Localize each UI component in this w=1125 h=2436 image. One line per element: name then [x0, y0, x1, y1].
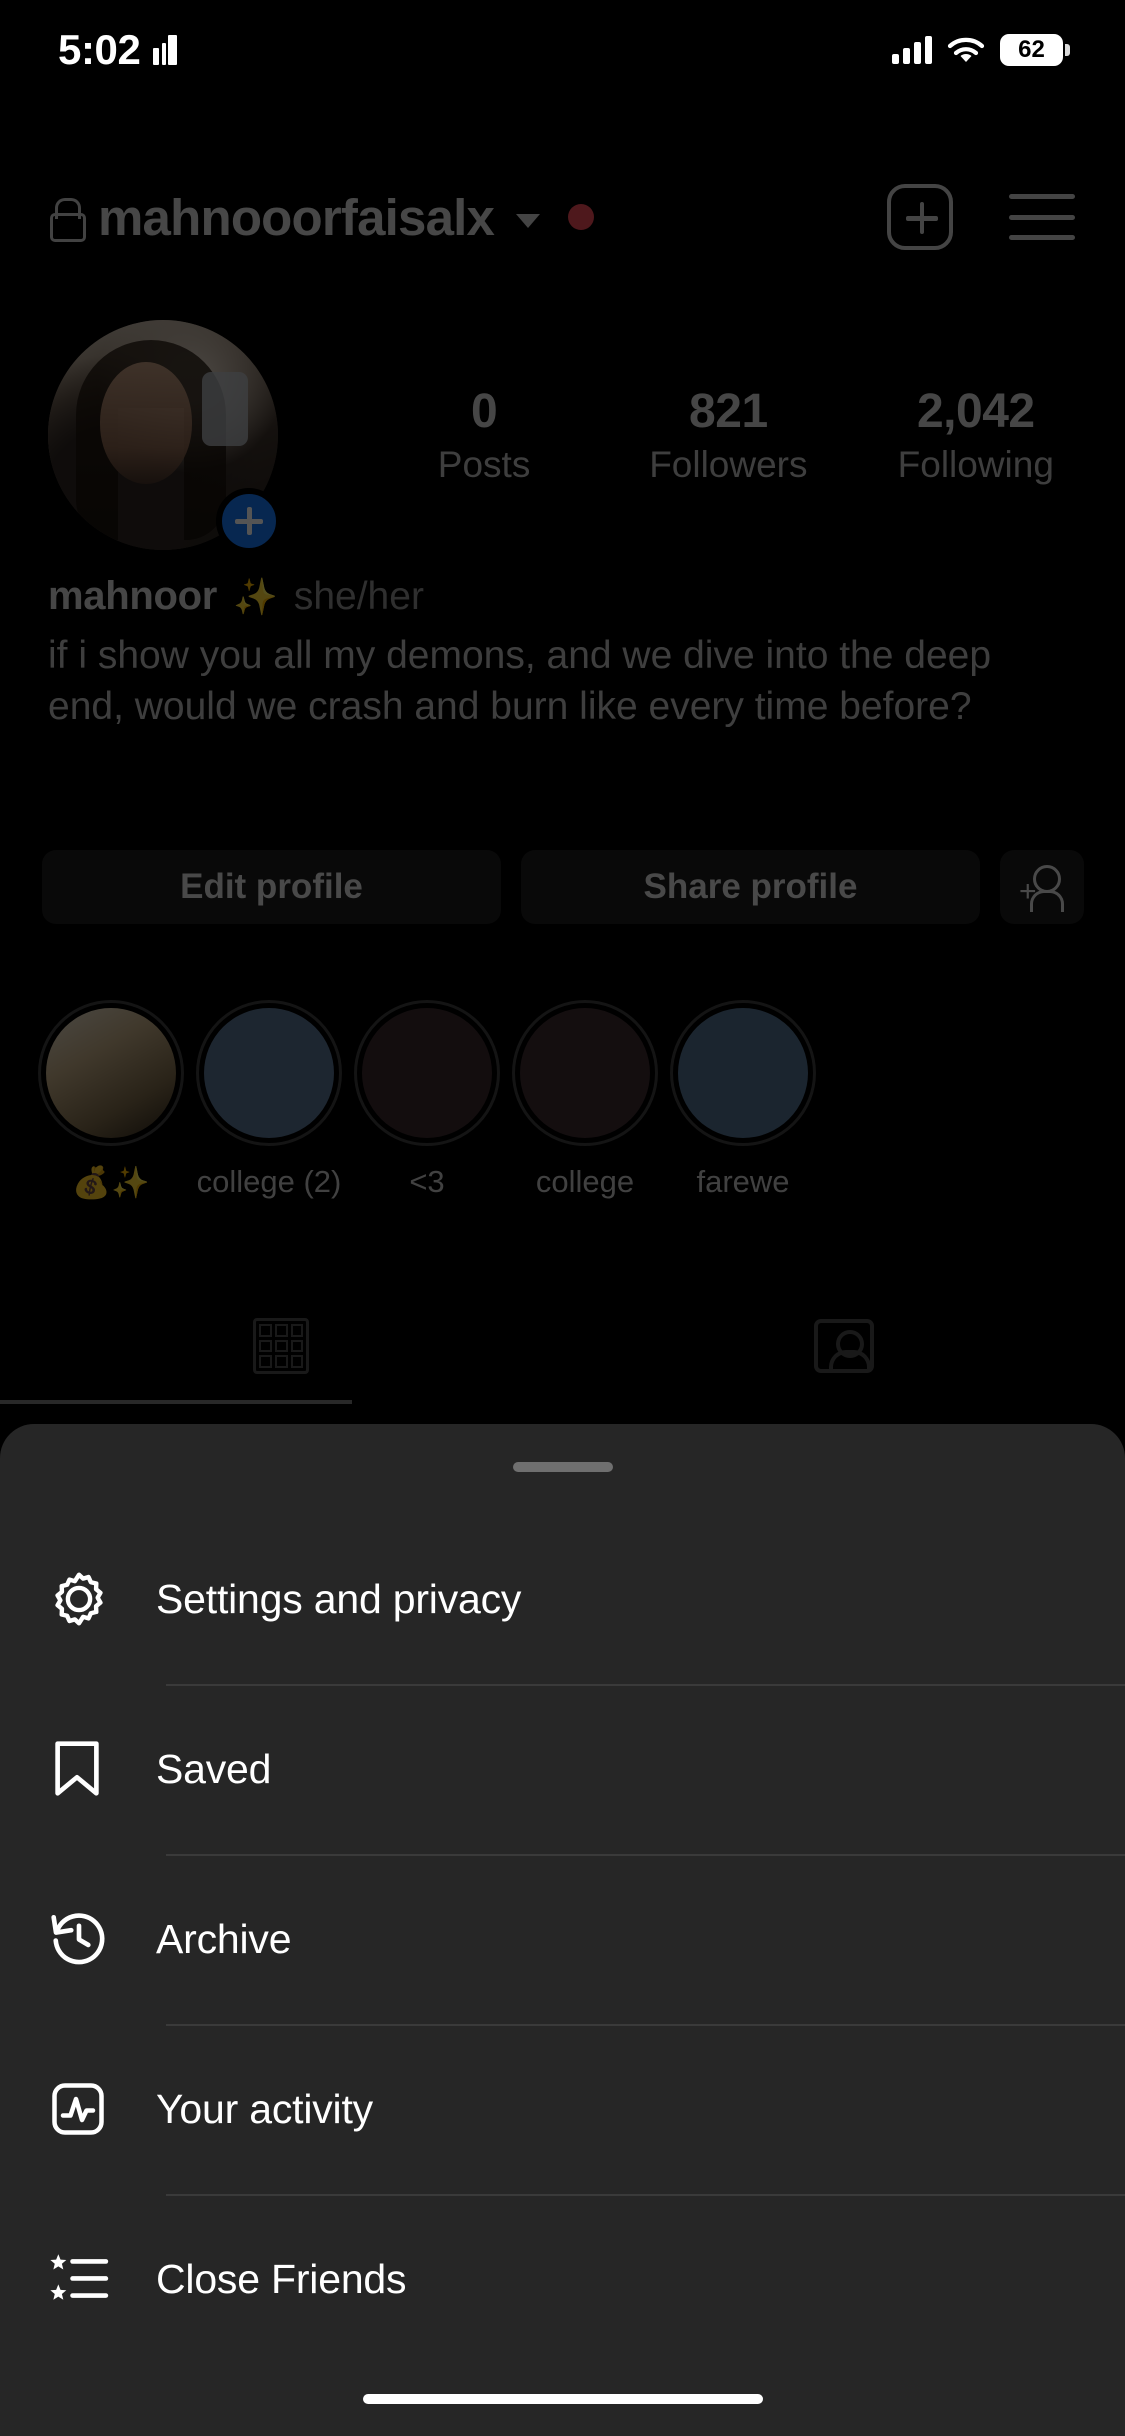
story-highlights: 💰✨ college (2) <3 college farewe [0, 1000, 1125, 1230]
home-indicator [362, 2394, 763, 2404]
menu-item-saved[interactable]: Saved [0, 1684, 1125, 1854]
menu-item-label: Your activity [156, 2085, 373, 2132]
add-person-button[interactable]: + [1000, 850, 1084, 924]
highlight-ring [196, 1000, 342, 1146]
status-bar-right: 62 [892, 34, 1070, 66]
lock-icon [50, 198, 86, 242]
highlight-cover [678, 1008, 808, 1138]
highlight-cover [362, 1008, 492, 1138]
profile-bio: if i show you all my demons, and we dive… [48, 634, 992, 729]
avatar[interactable] [48, 320, 282, 554]
hamburger-menu-icon[interactable] [1009, 194, 1075, 240]
stat-value: 2,042 [916, 384, 1035, 438]
highlight-cover [520, 1008, 650, 1138]
active-tab-underline [0, 1400, 352, 1404]
wifi-icon [947, 37, 985, 62]
highlight-item[interactable]: farewe [664, 1000, 822, 1230]
highlight-label: <3 [409, 1164, 445, 1199]
profile-action-buttons: Edit profile Share profile + [42, 850, 1084, 924]
avatar-and-stats-row: 0 Posts 821 Followers 2,042 Following [0, 320, 1125, 554]
add-person-icon: + [1019, 865, 1065, 912]
books-icon [153, 35, 178, 65]
bottom-sheet-menu: Settings and privacy Saved Archive Your … [0, 1424, 1125, 2436]
stat-label: Posts [437, 444, 531, 486]
menu-item-label: Archive [156, 1915, 292, 1962]
bookmark-icon [48, 1738, 126, 1800]
plus-box-icon[interactable] [887, 184, 953, 250]
menu-item-label: Settings and privacy [156, 1575, 522, 1622]
pronouns: she/her [293, 575, 424, 618]
highlight-ring [512, 1000, 658, 1146]
instagram-profile-screen: 5:02 62 mahnooorfaisalx 0 Posts 821 Foll… [0, 0, 1125, 2436]
header-actions [887, 184, 1075, 250]
highlight-label: college (2) [196, 1164, 342, 1199]
cellular-signal-icon [892, 36, 932, 64]
sparkles-icon: ✨ [233, 576, 278, 617]
drag-handle[interactable] [512, 1462, 613, 1472]
star-list-icon [48, 2250, 126, 2308]
stat-value: 0 [470, 384, 498, 438]
activity-chart-icon [48, 2079, 126, 2139]
chevron-down-icon[interactable] [516, 214, 541, 228]
profile-header: mahnooorfaisalx [0, 178, 1125, 256]
stat-value: 821 [689, 384, 768, 438]
highlight-ring [354, 1000, 500, 1146]
display-name-row: mahnoor ✨ she/her [48, 574, 424, 619]
plus-badge-icon[interactable] [216, 488, 282, 554]
share-profile-button[interactable]: Share profile [521, 850, 980, 924]
clock-rewind-icon [48, 1908, 126, 1970]
avatar-face [100, 362, 192, 484]
status-bar-left: 5:02 [58, 26, 178, 74]
stat-label: Followers [649, 444, 808, 486]
tagged-tab[interactable] [563, 1290, 1125, 1402]
tagged-person-icon [813, 1319, 874, 1373]
stat-posts[interactable]: 0 Posts [409, 384, 559, 487]
highlight-item[interactable]: college (2) [190, 1000, 348, 1230]
edit-profile-button[interactable]: Edit profile [42, 850, 501, 924]
highlight-item[interactable]: college [506, 1000, 664, 1230]
highlight-item[interactable]: <3 [348, 1000, 506, 1230]
battery-percent: 62 [1018, 36, 1045, 63]
highlight-ring [38, 1000, 184, 1146]
stat-label: Following [897, 444, 1054, 486]
highlight-ring [670, 1000, 816, 1146]
highlight-cover [204, 1008, 334, 1138]
unread-dot-badge [568, 204, 595, 230]
profile-tabs [0, 1290, 1125, 1402]
profile-stats: 0 Posts 821 Followers 2,042 Following [278, 384, 1125, 487]
menu-item-archive[interactable]: Archive [0, 1854, 1125, 2024]
menu-item-close-friends[interactable]: Close Friends [0, 2194, 1125, 2364]
grid-icon [253, 1318, 310, 1374]
stat-followers[interactable]: 821 Followers [649, 384, 807, 487]
header-username: mahnooorfaisalx [98, 188, 495, 246]
gear-icon [48, 1568, 126, 1630]
menu-item-settings-and-privacy[interactable]: Settings and privacy [0, 1514, 1125, 1684]
status-bar: 5:02 62 [0, 0, 1125, 100]
avatar-phone [202, 372, 248, 446]
highlight-cover [46, 1008, 176, 1138]
highlight-item[interactable]: 💰✨ [32, 1000, 190, 1230]
highlight-label: farewe [696, 1164, 790, 1199]
highlight-label: 💰✨ [72, 1165, 150, 1200]
menu-item-label: Close Friends [156, 2255, 407, 2302]
menu-item-your-activity[interactable]: Your activity [0, 2024, 1125, 2194]
grid-tab[interactable] [0, 1290, 563, 1402]
highlight-label: college [535, 1164, 635, 1199]
menu-item-label: Saved [156, 1745, 272, 1792]
profile-content: mahnooorfaisalx 0 Posts 821 Followers 2,… [0, 0, 1125, 1450]
display-name: mahnoor [48, 574, 218, 618]
username-switcher[interactable]: mahnooorfaisalx [50, 188, 887, 247]
stat-following[interactable]: 2,042 Following [898, 384, 1054, 487]
battery-icon: 62 [1000, 34, 1070, 66]
status-time: 5:02 [58, 26, 141, 73]
menu-list: Settings and privacy Saved Archive Your … [0, 1514, 1125, 2364]
